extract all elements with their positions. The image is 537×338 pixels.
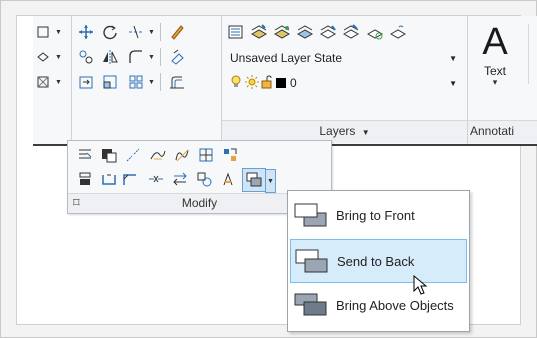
layer-freeze-icon[interactable] xyxy=(295,22,315,42)
align-icon[interactable] xyxy=(75,169,95,189)
sun-icon xyxy=(245,74,259,92)
draw-order-button[interactable] xyxy=(242,168,266,192)
stretch-icon[interactable] xyxy=(76,72,96,92)
layer-unisolate-icon[interactable] xyxy=(272,22,292,42)
layers-panel: Unsaved Layer State ▼ 0 ▼ Layers ▼ xyxy=(222,16,467,144)
annotation-panel-label: Annotati xyxy=(470,124,515,138)
layer-walk-icon[interactable] xyxy=(365,22,385,42)
array-icon[interactable] xyxy=(126,72,146,92)
layer-properties-icon[interactable] xyxy=(226,22,246,42)
rotate-icon[interactable] xyxy=(100,22,120,42)
blend-curves-icon[interactable] xyxy=(148,145,168,165)
layer-name-value: 0 xyxy=(290,76,297,90)
text-button[interactable]: A Text ▾ xyxy=(473,22,517,92)
layer-lock-icon[interactable] xyxy=(388,22,408,42)
layer-state-value: Unsaved Layer State xyxy=(230,51,343,65)
layers-panel-expand-icon[interactable]: ▼ xyxy=(362,128,370,137)
layer-isolate-icon[interactable] xyxy=(249,22,269,42)
layer-state-combo[interactable]: Unsaved Layer State ▼ xyxy=(226,47,464,69)
menu-item-label: Bring Above Objects xyxy=(336,297,454,313)
divider xyxy=(160,73,161,91)
layer-state-dropdown-icon[interactable]: ▼ xyxy=(449,54,457,63)
layers-panel-label: Layers xyxy=(319,124,356,138)
explode-icon[interactable] xyxy=(167,47,187,67)
offset-icon[interactable] xyxy=(167,72,187,92)
break-at-point-icon[interactable] xyxy=(146,169,166,189)
divider xyxy=(528,24,529,84)
rectangle-tool-icon[interactable] xyxy=(33,22,53,42)
join-icon[interactable] xyxy=(99,169,119,189)
modify-panel: ▼ ▼ ▼ xyxy=(72,16,222,144)
scale-icon[interactable] xyxy=(100,72,120,92)
fillet-dropdown-icon[interactable]: ▼ xyxy=(147,47,156,67)
hatch-tool-icon[interactable] xyxy=(33,47,53,67)
send-to-back-icon xyxy=(293,246,331,276)
annotation-panel-bar[interactable]: Annotati xyxy=(468,120,537,143)
break-icon[interactable] xyxy=(123,145,143,165)
bring-to-front-icon xyxy=(292,200,330,230)
chamfer-icon[interactable] xyxy=(120,169,140,189)
set-to-bylayer-icon[interactable] xyxy=(194,169,214,189)
divider xyxy=(160,48,161,66)
edit-polyline-icon[interactable] xyxy=(75,145,95,165)
reverse-icon[interactable] xyxy=(220,145,240,165)
menu-item-bring-above-objects[interactable]: Bring Above Objects xyxy=(290,284,465,326)
layer-color-swatch xyxy=(276,78,286,88)
array-dropdown-icon[interactable]: ▼ xyxy=(147,72,156,92)
annotation-panel-partial: A Text ▾ Annotati xyxy=(468,16,537,144)
draw-panel-partial: ▼ ▼ ▼ xyxy=(33,16,71,144)
fillet-icon[interactable] xyxy=(126,47,146,67)
trim-dropdown-icon[interactable]: ▼ xyxy=(147,22,156,42)
menu-item-send-to-back[interactable]: Send to Back xyxy=(290,239,467,283)
menu-item-bring-to-front[interactable]: Bring to Front xyxy=(290,194,465,236)
text-button-label: Text xyxy=(483,64,506,78)
layer-off-icon[interactable] xyxy=(318,22,338,42)
lightbulb-icon xyxy=(230,75,242,92)
boundary-dropdown-icon[interactable]: ▼ xyxy=(54,72,63,92)
draw-order-menu: Bring to Front Send to Back Bring Above … xyxy=(287,190,470,332)
edit-spline-icon[interactable] xyxy=(172,145,192,165)
hatch-dropdown-icon[interactable]: ▼ xyxy=(54,47,63,67)
divider xyxy=(160,23,161,41)
text-dropdown-icon[interactable]: ▾ xyxy=(473,78,517,87)
layer-combo[interactable]: 0 ▼ xyxy=(226,72,464,94)
ribbon: ▼ ▼ ▼ ▼ ▼ ▼ Unsaved Layer State ▼ 0 ▼ La… xyxy=(33,16,537,146)
menu-item-label: Bring to Front xyxy=(336,207,415,223)
move-icon[interactable] xyxy=(76,22,96,42)
mouse-cursor-icon xyxy=(413,275,428,295)
edit-hatch-icon[interactable] xyxy=(99,145,119,165)
bring-above-objects-icon xyxy=(292,290,330,320)
edit-array-icon[interactable] xyxy=(196,145,216,165)
unlock-icon xyxy=(261,74,273,92)
menu-item-label: Send to Back xyxy=(337,253,415,269)
text-big-icon: A xyxy=(482,21,508,63)
layer-match-icon[interactable] xyxy=(341,22,361,42)
mirror-icon[interactable] xyxy=(100,47,120,67)
change-space-icon[interactable] xyxy=(218,169,238,189)
boundary-tool-icon[interactable] xyxy=(33,72,53,92)
draw-order-dropdown-icon[interactable]: ▼ xyxy=(265,169,276,193)
lengthen-icon[interactable] xyxy=(170,169,190,189)
copy-icon[interactable] xyxy=(76,47,96,67)
erase-icon[interactable] xyxy=(167,22,187,42)
trim-icon[interactable] xyxy=(126,22,146,42)
layer-dropdown-icon[interactable]: ▼ xyxy=(449,79,457,88)
rectangle-dropdown-icon[interactable]: ▼ xyxy=(54,22,63,42)
